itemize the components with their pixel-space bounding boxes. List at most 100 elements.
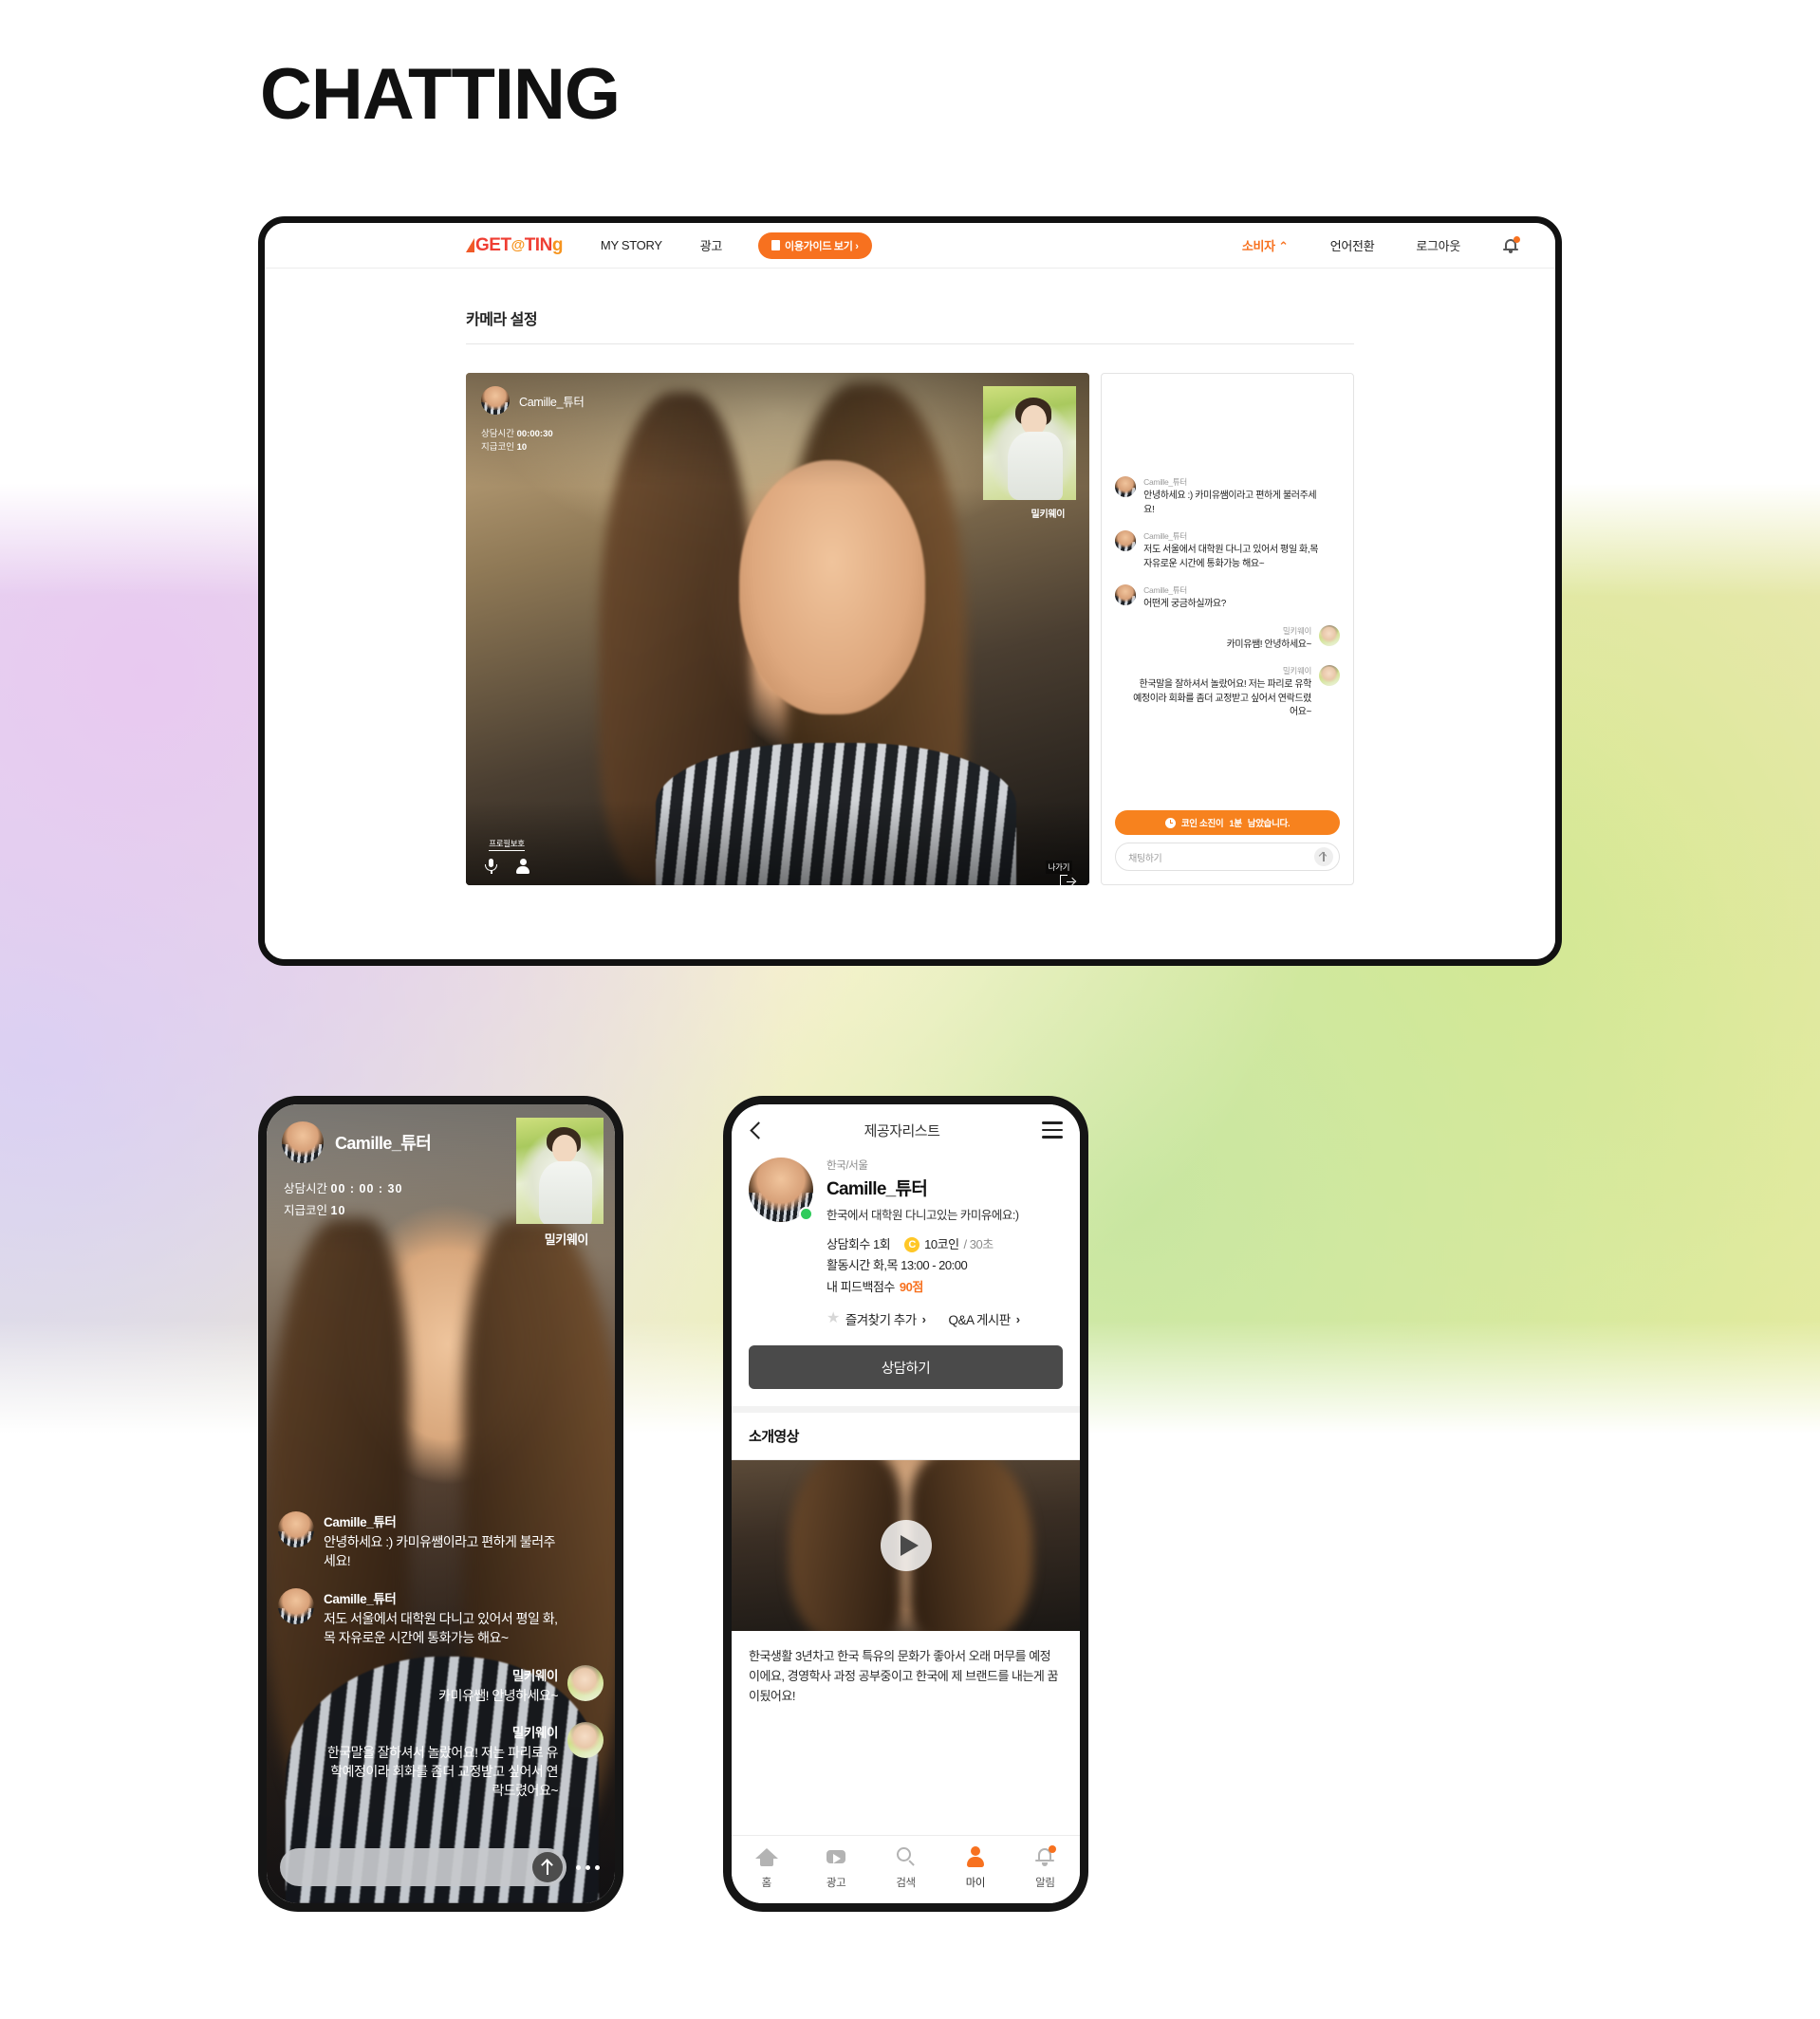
coin-label: 지급코인 [481, 442, 514, 454]
mobile-chat-input-row [280, 1848, 602, 1886]
mobile-chat-list[interactable]: Camille_튜터 안녕하세요 :) 카미유쌤이라고 편하게 불러주세요! C… [278, 1511, 604, 1818]
message-sender: 밀키웨이 [511, 1668, 558, 1683]
chat-message: Camille_튜터 저도 서울에서 대학원 다니고 있어서 평일 화,목 자유… [1115, 530, 1340, 571]
more-options-icon[interactable] [576, 1864, 602, 1870]
tab-home[interactable]: 홈 [732, 1845, 801, 1903]
logo-tin: TIN [524, 234, 553, 255]
notification-bell-icon[interactable] [1502, 235, 1520, 254]
chat-panel: Camille_튜터 안녕하세요 :) 카미유쌤이라고 편하게 불러주세요! C… [1101, 373, 1354, 885]
coin-amount: 10코인 [924, 1237, 959, 1251]
message-sender: 밀키웨이 [1282, 666, 1311, 676]
chat-message: 밀키웨이 카미유쌤! 안녕하세요~ [1115, 624, 1340, 653]
chat-message: 밀키웨이 한국말을 잘하셔서 놀랐어요! 저는 파리로 유학예정이라 회화를 좀… [1115, 665, 1340, 720]
logo-triangle-icon [466, 238, 474, 252]
self-view-thumbnail[interactable] [983, 386, 1077, 500]
message-sender: 밀키웨이 [511, 1726, 558, 1741]
message-sender: Camille_튜터 [324, 1515, 397, 1529]
stat-sessions-row: 상담회수 1회 C 10코인 / 30초 [826, 1234, 1063, 1255]
tab-label: 홈 [761, 1878, 772, 1889]
avatar [278, 1587, 314, 1624]
send-button[interactable] [1314, 847, 1333, 866]
profile-header: 제공자리스트 [732, 1104, 1080, 1156]
chat-input-row[interactable]: 채팅하기 [1115, 843, 1340, 871]
person-icon[interactable] [514, 858, 530, 874]
header-title: 제공자리스트 [864, 1122, 940, 1139]
message-text: 저도 서울에서 대학원 다니고 있어서 평일 화,목 자유로운 시간에 통화가능… [1143, 545, 1319, 569]
nav-item-logout[interactable]: 로그아웃 [1416, 236, 1460, 254]
coin-notice-pre: 코인 소진이 [1180, 819, 1224, 829]
brand-logo[interactable]: GET @ TIN g [466, 235, 563, 256]
message-sender: 밀키웨이 [1282, 625, 1311, 636]
nav-item-my-story[interactable]: MY STORY [601, 238, 662, 252]
duration-value: 00 : 00 : 30 [330, 1182, 403, 1195]
clock-icon [1164, 817, 1176, 828]
chat-message-list[interactable]: Camille_튜터 안녕하세요 :) 카미유쌤이라고 편하게 불러주세요! C… [1102, 476, 1353, 797]
message-text: 저도 서울에서 대학원 다니고 있어서 평일 화,목 자유로운 시간에 통화가능… [324, 1610, 558, 1645]
chevron-right-icon: › [1015, 1311, 1020, 1326]
back-chevron-icon[interactable] [749, 1123, 762, 1137]
tutor-name: Camille_튜터 [519, 395, 585, 409]
panels-row: Camille_튜터 상담시간 00:00:30 지급코인 10 밀키웨이 프로… [466, 373, 1354, 885]
message-text: 한국말을 잘하셔서 놀랐어요! 저는 파리로 유학예정이라 회화를 좀더 교정받… [326, 1745, 559, 1799]
browser-viewport: GET @ TIN g MY STORY 광고 이용가이드 보기 › 소비자 ⌃… [265, 223, 1555, 959]
coin-value: 10 [330, 1204, 346, 1218]
exit-control[interactable]: 나가기 [1045, 861, 1077, 885]
self-view-name: 밀키웨이 [1031, 509, 1066, 520]
tab-ads[interactable]: 광고 [801, 1845, 870, 1903]
title-divider [466, 343, 1354, 344]
qna-board-button[interactable]: Q&A 게시판 › [948, 1309, 1020, 1328]
chat-message: 밀키웨이 카미유쌤! 안녕하세요~ [278, 1664, 604, 1706]
coin-notice-time: 1분 [1229, 819, 1242, 829]
chat-message: 밀키웨이 한국말을 잘하셔서 놀랐어요! 저는 파리로 유학예정이라 회화를 좀… [278, 1722, 604, 1801]
feedback-score: 90점 [899, 1279, 923, 1294]
avatar [1115, 584, 1137, 605]
profile-screen: 제공자리스트 한국/서울 Camille_튜터 한국에서 대학원 다니고있는 카… [732, 1104, 1080, 1903]
play-icon[interactable] [880, 1520, 932, 1572]
coin-depletion-notice: 코인 소진이 1분 남았습니다. [1115, 810, 1340, 835]
consult-button[interactable]: 상담하기 [749, 1345, 1063, 1390]
video-call-panel[interactable]: Camille_튜터 상담시간 00:00:30 지급코인 10 밀키웨이 프로… [466, 373, 1090, 885]
avatar [567, 1664, 604, 1701]
profile-protect-control[interactable]: 프로필보호 [483, 834, 530, 874]
hamburger-menu-icon[interactable] [1042, 1121, 1063, 1139]
duration-value: 00:00:30 [516, 429, 553, 439]
avatar [1319, 665, 1340, 686]
chat-message: Camille_튜터 저도 서울에서 대학원 다니고 있어서 평일 화,목 자유… [278, 1587, 604, 1648]
video-tutor-info: Camille_튜터 [481, 386, 585, 415]
logo-g: g [551, 234, 564, 255]
coin-value: 10 [516, 442, 528, 454]
send-button[interactable] [532, 1852, 563, 1882]
self-view-thumbnail[interactable] [516, 1118, 604, 1224]
intro-video-player[interactable] [732, 1460, 1080, 1632]
tab-notifications[interactable]: 알림 [1011, 1845, 1080, 1903]
chevron-right-icon: › [921, 1311, 926, 1326]
profile-bio: 한국에서 대학원 다니고있는 카미유에요:) [826, 1209, 1019, 1222]
coin-unit: / 30초 [963, 1237, 994, 1251]
message-sender: Camille_튜터 [1143, 477, 1187, 487]
message-sender: Camille_튜터 [324, 1591, 397, 1606]
bell-icon [1033, 1845, 1057, 1868]
section-title: 카메라 설정 [466, 312, 538, 328]
nav-item-consumer[interactable]: 소비자 ⌃ [1242, 236, 1289, 254]
profile-location: 한국/서울 [826, 1160, 868, 1172]
microphone-icon[interactable] [483, 858, 499, 874]
avatar [1115, 530, 1137, 551]
section-divider [732, 1406, 1080, 1414]
tab-search[interactable]: 검색 [871, 1845, 940, 1903]
avatar [1115, 476, 1137, 497]
guide-button[interactable]: 이용가이드 보기 › [758, 232, 872, 259]
home-icon [754, 1845, 778, 1868]
stat-feedback-row: 내 피드백점수 90점 [826, 1277, 1063, 1298]
add-favorite-button[interactable]: ★ 즐겨찾기 추가 › [826, 1309, 926, 1328]
duration-label: 상담시간 [481, 429, 514, 439]
nav-item-language[interactable]: 언어전환 [1330, 236, 1375, 254]
tab-my[interactable]: 마이 [940, 1845, 1010, 1903]
chat-input[interactable] [280, 1848, 566, 1886]
chat-input-placeholder[interactable]: 채팅하기 [1128, 850, 1314, 864]
profile-protect-label: 프로필보호 [489, 838, 525, 851]
feedback-label: 내 피드백점수 [826, 1279, 895, 1294]
qna-board-label: Q&A 게시판 [948, 1313, 1011, 1328]
mobile-video-chat-mockup: Camille_튜터 상담시간 00 : 00 : 30 지급코인 10 밀키웨… [258, 1096, 623, 1912]
bottom-tab-bar: 홈 광고 검색 마이 알림 [732, 1835, 1080, 1903]
nav-item-ads[interactable]: 광고 [700, 236, 723, 254]
